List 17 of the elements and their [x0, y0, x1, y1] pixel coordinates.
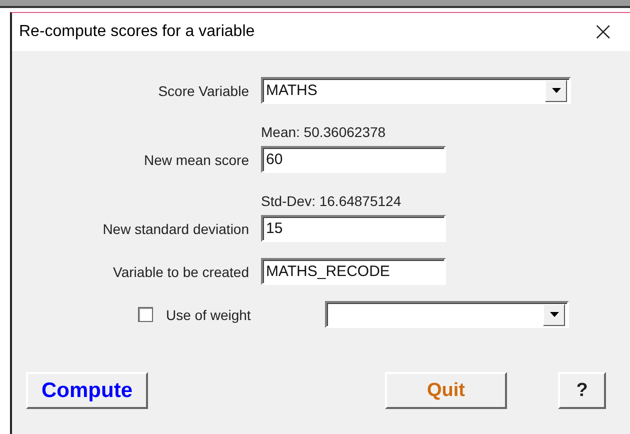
- input-field[interactable]: 60: [261, 146, 446, 173]
- window-title: Re-compute scores for a variable: [19, 23, 255, 41]
- field-label: Score Variable: [157, 82, 249, 98]
- field-label: Variable to be created: [112, 264, 249, 280]
- checkbox[interactable]: [138, 307, 153, 322]
- input-field[interactable]: MATHS_RECODE: [261, 258, 446, 285]
- weight-dropdown[interactable]: [325, 301, 569, 328]
- std-dev-info: Std-Dev: 16.64875124: [261, 193, 402, 209]
- mean-info: Mean: 50.36062378: [261, 124, 387, 140]
- checkbox-label: Use of weight: [166, 306, 252, 322]
- help-button[interactable]: ?: [558, 372, 606, 409]
- field-label: New mean score: [142, 152, 249, 168]
- score-variable-dropdown[interactable]: MATHS: [261, 77, 571, 104]
- compute-button[interactable]: Compute: [26, 372, 148, 409]
- input-field[interactable]: 15: [261, 215, 446, 242]
- field-label: New standard deviation: [102, 220, 249, 236]
- close-button[interactable]: ×: [588, 19, 618, 45]
